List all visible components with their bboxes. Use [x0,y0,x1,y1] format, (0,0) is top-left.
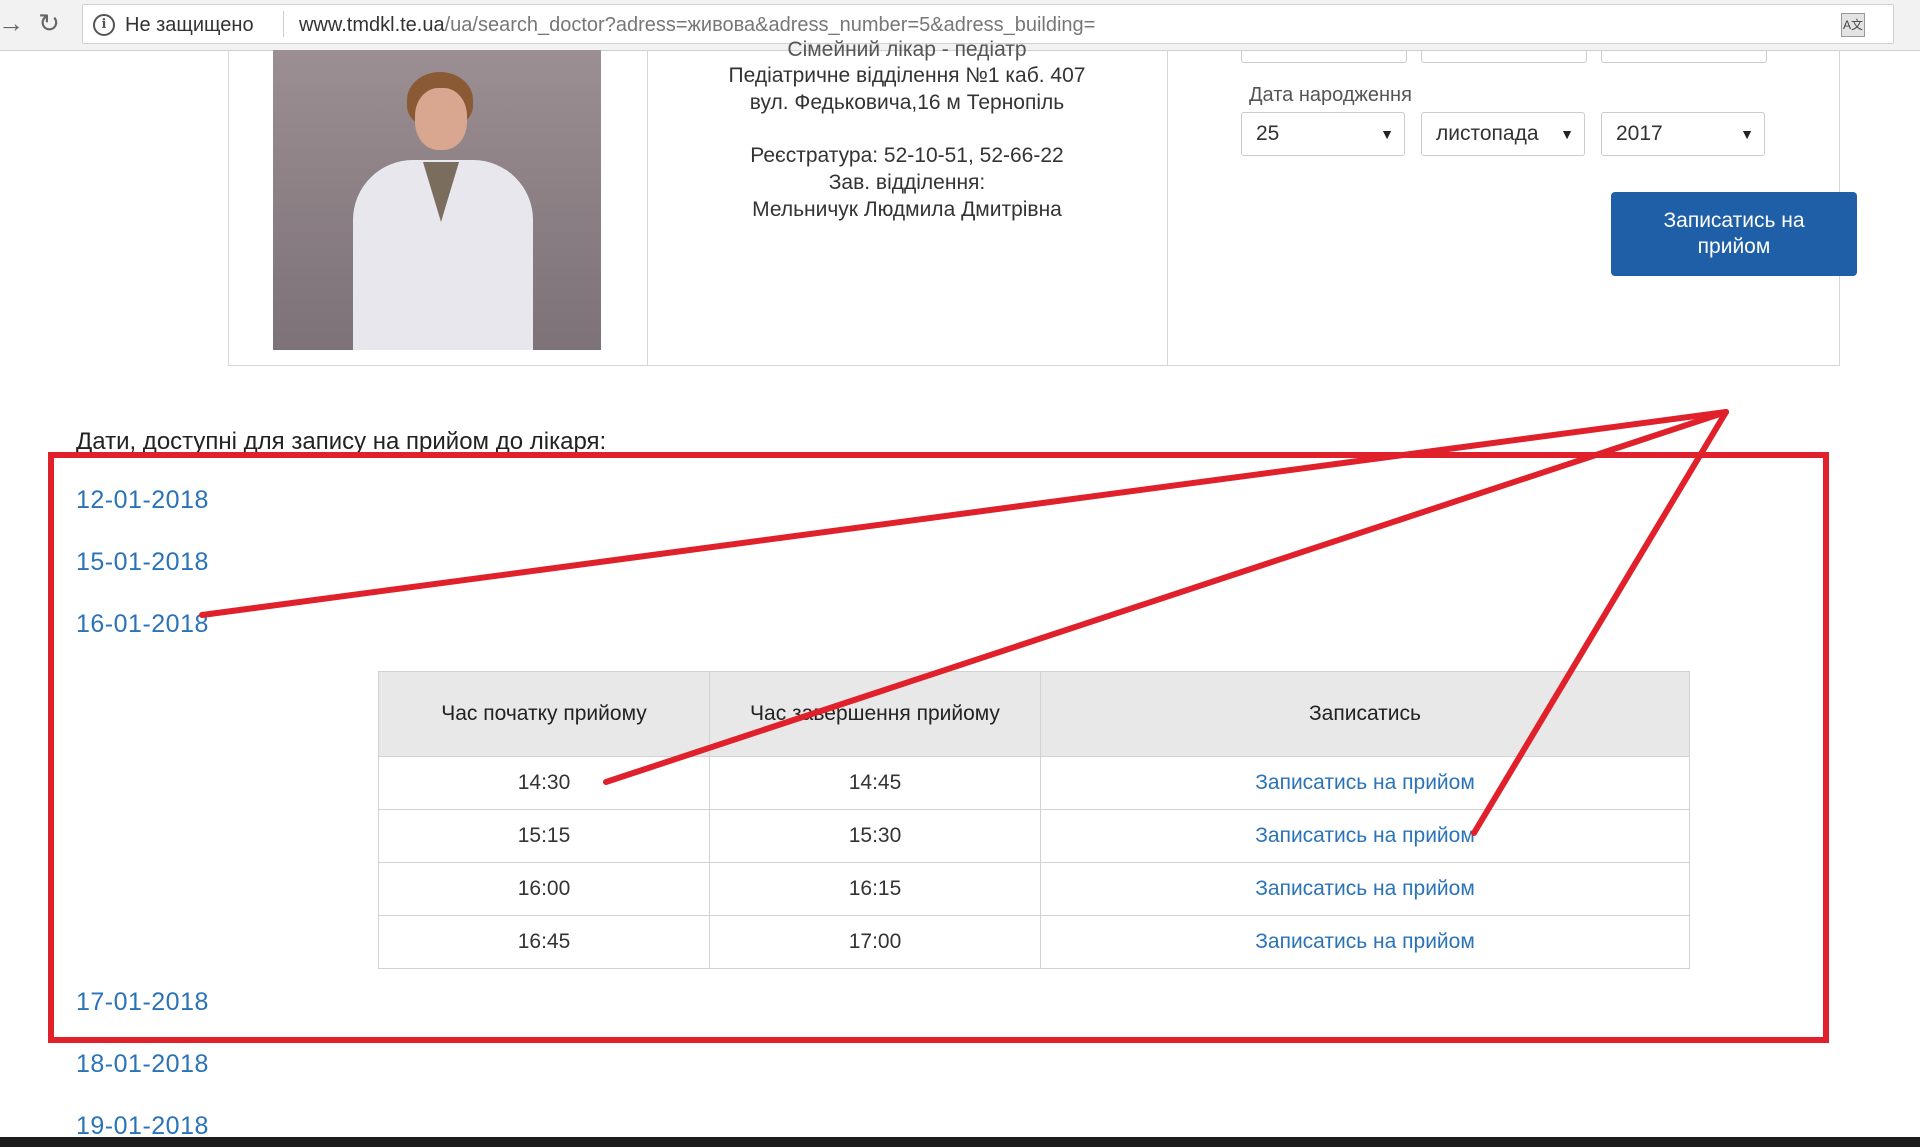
start-time: 16:00 [378,862,710,916]
submit-appointment-button[interactable]: Записатись на прийом [1611,192,1857,276]
reload-icon[interactable]: ↻ [32,6,66,40]
doctor-card: Сімейний лікар - педіатр Педіатричне від… [228,38,1857,366]
dropdown-arrow-icon: ▼ [1560,126,1574,142]
date-link[interactable]: 17-01-2018 [76,988,209,1017]
doctor-role: Сімейний лікар - педіатр [787,38,1027,61]
book-link[interactable]: Записатись на прийом [1040,862,1690,916]
url-host: www.tmdkl.te.ua [299,14,445,36]
end-time: 15:30 [709,809,1041,863]
doctor-address: вул. Федьковича,16 м Тернопіль [749,91,1065,114]
omnibox-divider [283,11,284,37]
birth-day-select[interactable]: 25 ▼ [1241,112,1405,156]
birth-date-label: Дата народження [1249,84,1412,106]
table-row: 16:00 16:15 Записатись на прийом [378,862,1690,916]
doctor-info: Сімейний лікар - педіатр Педіатричне від… [647,38,1168,365]
table-row: 15:15 15:30 Записатись на прийом [378,809,1690,863]
booking-form: Дата народження 25 ▼ листопада ▼ 2017 ▼ … [1167,50,1857,365]
url-text[interactable]: www.tmdkl.te.ua/ua/search_doctor?adress=… [299,14,1095,37]
schedule-table: Час початку прийому Час завершення прийо… [378,671,1690,969]
book-link[interactable]: Записатись на прийом [1040,915,1690,969]
date-link[interactable]: 16-01-2018 [76,610,209,639]
translate-icon[interactable]: A文 [1841,13,1865,37]
start-time: 14:30 [378,756,710,810]
schedule-header-row: Час початку прийому Час завершення прийо… [378,671,1690,757]
dates-heading: Дати, доступні для запису на прийом до л… [76,428,607,455]
dropdown-arrow-icon: ▼ [1740,126,1754,142]
info-icon[interactable]: i [93,14,115,36]
head-label: Зав. відділення: [828,171,986,194]
end-time: 16:15 [709,862,1041,916]
date-link[interactable]: 18-01-2018 [76,1050,209,1079]
start-time: 16:45 [378,915,710,969]
bottom-strip [0,1137,1920,1147]
dropdown-arrow-icon: ▼ [1380,126,1394,142]
book-link[interactable]: Записатись на прийом [1040,809,1690,863]
birth-year-select[interactable]: 2017 ▼ [1601,112,1765,156]
birth-year-value: 2017 [1616,122,1663,145]
birth-day-value: 25 [1256,122,1280,145]
start-time-header: Час початку прийому [378,671,710,757]
doctor-department: Педіатричне відділення №1 каб. 407 [728,64,1086,87]
table-row: 16:45 17:00 Записатись на прийом [378,915,1690,969]
end-time-header: Час завершення прийому [709,671,1041,757]
registry-phones: Реєстратура: 52-10-51, 52-66-22 [750,144,1064,167]
date-link[interactable]: 15-01-2018 [76,548,209,577]
url-path: /ua/search_doctor?adress=живова&adress_n… [444,14,1096,36]
book-header: Записатись [1040,671,1690,757]
security-status: Не защищено [125,14,254,36]
end-time: 14:45 [709,756,1041,810]
head-name: Мельничук Людмила Дмитрівна [752,198,1062,221]
doctor-photo [273,50,601,350]
photo-column [229,50,648,365]
end-time: 17:00 [709,915,1041,969]
birth-month-select[interactable]: листопада ▼ [1421,112,1585,156]
table-row: 14:30 14:45 Записатись на прийом [378,756,1690,810]
birth-month-value: листопада [1436,122,1539,145]
start-time: 15:15 [378,809,710,863]
forward-icon[interactable]: → [0,6,28,40]
date-link[interactable]: 12-01-2018 [76,486,209,515]
book-link[interactable]: Записатись на прийом [1040,756,1690,810]
